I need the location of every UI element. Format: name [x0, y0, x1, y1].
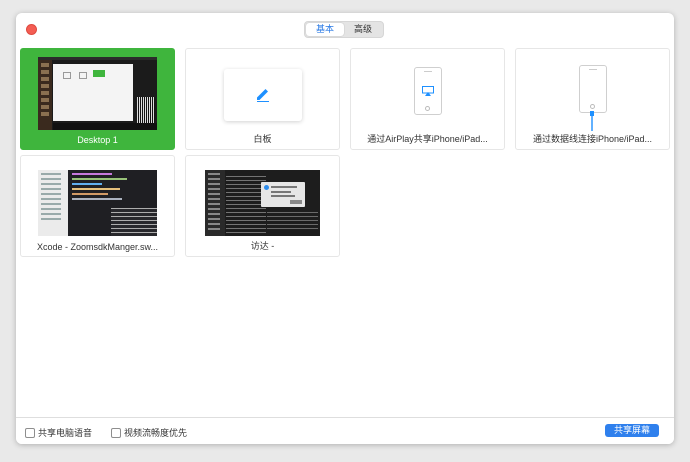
tile-label: 访达 -: [250, 241, 275, 251]
tile-label: Xcode - ZoomsdkManger.sw...: [36, 242, 159, 252]
close-window-button[interactable]: [26, 24, 37, 35]
checkbox-box[interactable]: [111, 427, 121, 438]
checkbox-label: 共享电脑语音: [38, 428, 93, 438]
share-option-airplay[interactable]: 通过AirPlay共享iPhone/iPad...: [350, 48, 505, 150]
tab-advanced[interactable]: 高级: [344, 23, 382, 36]
tab-switcher: 基本 高级: [304, 21, 384, 38]
finder-window-thumbnail: [205, 170, 320, 236]
share-screen-window: 基本 高级 Desktop 1 白板 通过AirPlay共享iPhone/iPa…: [16, 13, 674, 444]
share-option-xcode[interactable]: Xcode - ZoomsdkManger.sw...: [20, 155, 175, 257]
checkbox-box[interactable]: [25, 427, 35, 438]
share-option-cable[interactable]: 通过数据线连接iPhone/iPad...: [515, 48, 670, 150]
tile-label: Desktop 1: [77, 135, 118, 145]
share-option-desktop[interactable]: Desktop 1: [20, 48, 175, 150]
share-screen-button[interactable]: 共享屏幕: [605, 424, 659, 437]
tab-basic[interactable]: 基本: [306, 23, 344, 36]
desktop-thumbnail: [38, 57, 157, 130]
cable-icon: [590, 111, 594, 131]
phone-thumbnail: [579, 65, 607, 113]
tile-label: 通过数据线连接iPhone/iPad...: [532, 134, 653, 144]
phone-thumbnail: [414, 67, 442, 115]
share-option-whiteboard[interactable]: 白板: [185, 48, 340, 150]
xcode-window-thumbnail: [38, 170, 157, 236]
pencil-icon: [257, 89, 269, 102]
tile-label: 白板: [253, 134, 272, 144]
share-option-finder[interactable]: 访达 -: [185, 155, 340, 257]
tile-label: 通过AirPlay共享iPhone/iPad...: [367, 134, 488, 144]
footer-bar: 共享电脑语音 视频流畅度优先 共享屏幕: [16, 417, 674, 444]
whiteboard-thumbnail: [224, 69, 302, 121]
airplay-icon: [422, 86, 434, 96]
share-computer-audio-checkbox[interactable]: 共享电脑语音: [25, 426, 92, 439]
checkbox-label: 视频流畅度优先: [124, 428, 188, 438]
optimize-video-checkbox[interactable]: 视频流畅度优先: [111, 426, 187, 439]
